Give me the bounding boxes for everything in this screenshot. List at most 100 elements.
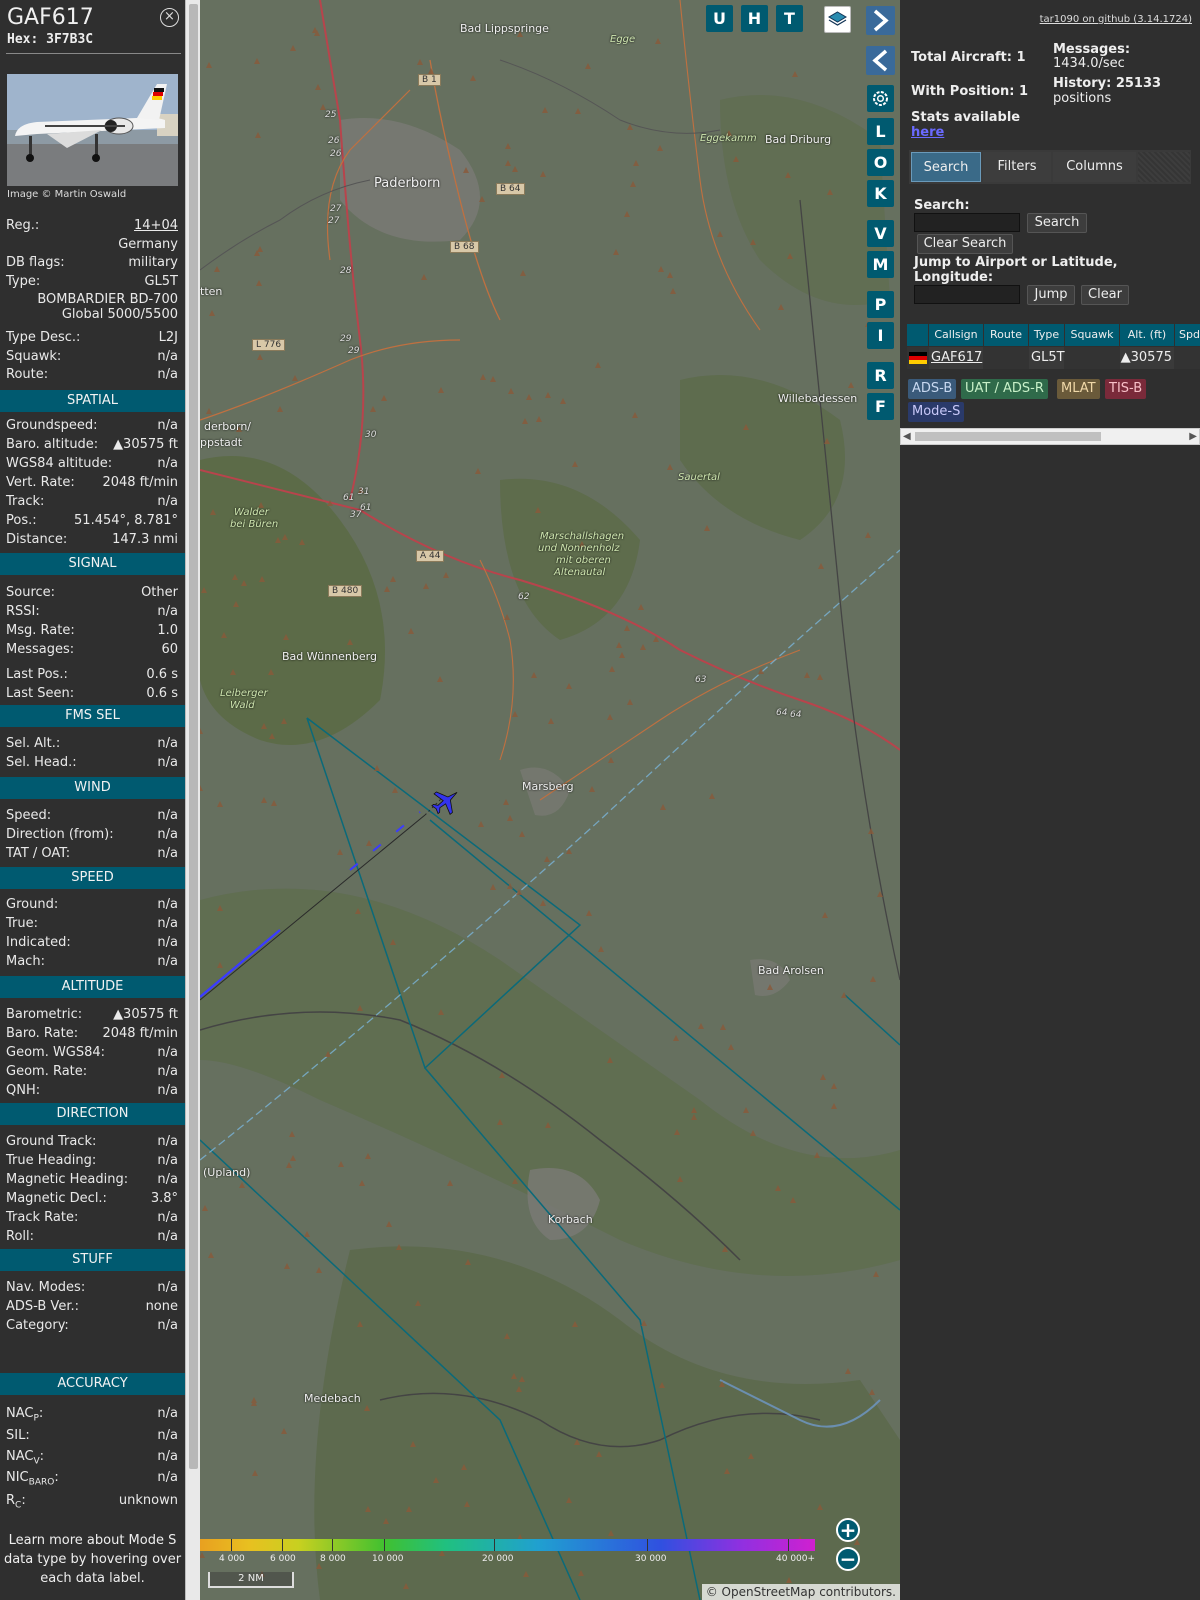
map-button-l[interactable]: L	[867, 118, 894, 145]
section-header-signal[interactable]: SIGNAL	[0, 553, 185, 575]
row-label[interactable]: Route:	[6, 367, 48, 382]
row-label[interactable]: Groundspeed:	[6, 418, 97, 433]
collapse-left-button[interactable]	[866, 46, 895, 75]
row-label[interactable]: Sel. Head.:	[6, 755, 77, 770]
row-label[interactable]: Track Rate:	[6, 1210, 78, 1225]
zoom-in-button[interactable]: +	[836, 1518, 860, 1542]
row-label[interactable]: RSSI:	[6, 604, 40, 619]
row-label[interactable]: Speed:	[6, 808, 51, 823]
close-icon[interactable]: ×	[160, 8, 179, 27]
map-button-f[interactable]: F	[867, 393, 894, 420]
aircraft-marker-icon[interactable]	[429, 784, 463, 818]
row-label[interactable]: Roll:	[6, 1229, 34, 1244]
row-label[interactable]: Vert. Rate:	[6, 475, 75, 490]
row-label[interactable]: Messages:	[6, 642, 74, 657]
row-label[interactable]: QNH:	[6, 1083, 40, 1098]
table-horizontal-scrollbar[interactable]: ◀ ▶	[900, 428, 1200, 445]
row-label[interactable]: NACP:	[6, 1406, 43, 1424]
osm-link[interactable]: OpenStreetMap	[722, 1585, 816, 1599]
table-header-callsign[interactable]: Callsign	[929, 324, 983, 346]
row-label[interactable]: Mach:	[6, 954, 45, 969]
row-label[interactable]: Last Seen:	[6, 686, 74, 701]
map-button-t[interactable]: T	[776, 5, 803, 32]
row-label[interactable]: Source:	[6, 585, 55, 600]
section-header-spatial[interactable]: SPATIAL	[0, 390, 185, 412]
row-label[interactable]: DB flags:	[6, 255, 65, 270]
row-label[interactable]: Msg. Rate:	[6, 623, 75, 638]
row-callsign-link[interactable]: GAF617	[929, 347, 983, 369]
map-button-r[interactable]: R	[867, 362, 894, 389]
search-input[interactable]	[914, 213, 1020, 232]
row-label[interactable]: Barometric:	[6, 1007, 82, 1022]
row-label[interactable]: Category:	[6, 1318, 69, 1333]
stats-link[interactable]: here	[911, 125, 944, 140]
clear-button[interactable]: Clear	[1081, 285, 1129, 305]
row-label[interactable]: Geom. WGS84:	[6, 1045, 105, 1060]
row-label[interactable]: Ground Track:	[6, 1134, 96, 1149]
row-label[interactable]: TAT / OAT:	[6, 846, 70, 861]
map-button-u[interactable]: U	[706, 5, 733, 32]
zoom-out-button[interactable]: −	[836, 1547, 860, 1571]
table-row[interactable]: GAF617 GL5T ▲30575	[907, 347, 1200, 369]
row-label[interactable]: Distance:	[6, 532, 67, 547]
row-label[interactable]: Reg.:	[6, 218, 39, 233]
table-header-altitude[interactable]: Alt. (ft)	[1120, 324, 1174, 346]
map-button-h[interactable]: H	[741, 5, 768, 32]
table-header-flag[interactable]	[907, 324, 928, 346]
row-label[interactable]: WGS84 altitude:	[6, 456, 112, 471]
expand-right-button[interactable]	[866, 6, 895, 35]
row-label[interactable]: True:	[6, 916, 38, 931]
map-button-m[interactable]: M	[867, 251, 894, 278]
row-label[interactable]: Nav. Modes:	[6, 1280, 85, 1295]
jump-input[interactable]	[914, 285, 1020, 304]
row-label[interactable]: Baro. Rate:	[6, 1026, 78, 1041]
scroll-left-icon[interactable]: ◀	[903, 429, 911, 444]
row-label[interactable]: Baro. altitude:	[6, 437, 98, 452]
row-label[interactable]: SIL:	[6, 1428, 30, 1446]
map-button-o[interactable]: O	[867, 149, 894, 176]
layers-button[interactable]	[824, 6, 851, 33]
row-label[interactable]: Track:	[6, 494, 44, 509]
map-button-p[interactable]: P	[867, 291, 894, 318]
row-label[interactable]: Magnetic Heading:	[6, 1172, 128, 1187]
row-label[interactable]: ADS-B Ver.:	[6, 1299, 79, 1314]
row-label[interactable]: Geom. Rate:	[6, 1064, 87, 1079]
section-header-speed[interactable]: SPEED	[0, 867, 185, 889]
map-button-v[interactable]: V	[867, 220, 894, 247]
sidebar-scrollbar[interactable]	[185, 0, 200, 1600]
section-header-wind[interactable]: WIND	[0, 777, 185, 799]
scroll-right-icon[interactable]: ▶	[1189, 429, 1197, 444]
row-label[interactable]: NACV:	[6, 1449, 44, 1467]
jump-button[interactable]: Jump	[1027, 285, 1075, 305]
row-label[interactable]: Direction (from):	[6, 827, 114, 842]
map-button-k[interactable]: K	[867, 180, 894, 207]
map-view[interactable]: Bad Lippspringe Egge Eggekamm Bad Driburg Pa…	[200, 0, 900, 1600]
scrollbar-thumb[interactable]	[915, 432, 1101, 441]
row-label[interactable]: Last Pos.:	[6, 667, 68, 682]
scrollbar-thumb[interactable]	[189, 4, 198, 1469]
row-label[interactable]: Pos.:	[6, 513, 37, 528]
tab-extra[interactable]	[1138, 152, 1190, 182]
tab-filters[interactable]: Filters	[983, 152, 1051, 182]
row-label[interactable]: Ground:	[6, 897, 58, 912]
clear-search-button[interactable]: Clear Search	[917, 234, 1013, 254]
tab-search[interactable]: Search	[911, 152, 981, 182]
section-header-altitude[interactable]: ALTITUDE	[0, 976, 185, 998]
row-label[interactable]: Magnetic Decl.:	[6, 1191, 107, 1206]
section-header-stuff[interactable]: STUFF	[0, 1249, 185, 1271]
row-label[interactable]: Squawk:	[6, 349, 61, 364]
table-header-type[interactable]: Type	[1029, 324, 1064, 346]
table-header-squawk[interactable]: Squawk	[1065, 324, 1119, 346]
table-header-speed[interactable]: Spd	[1175, 324, 1200, 346]
search-button[interactable]: Search	[1027, 213, 1087, 233]
row-label[interactable]: NICBARO:	[6, 1470, 59, 1488]
section-header-direction[interactable]: DIRECTION	[0, 1103, 185, 1125]
tab-columns[interactable]: Columns	[1053, 152, 1136, 182]
section-header-accuracy[interactable]: ACCURACY	[0, 1373, 185, 1395]
row-label[interactable]: True Heading:	[6, 1153, 96, 1168]
row-label[interactable]: Indicated:	[6, 935, 71, 950]
row-label[interactable]: Type Desc.:	[6, 330, 80, 345]
table-header-route[interactable]: Route	[984, 324, 1028, 346]
settings-button[interactable]	[867, 85, 894, 112]
github-link[interactable]: tar1090 on github (3.14.1724)	[1040, 14, 1192, 25]
